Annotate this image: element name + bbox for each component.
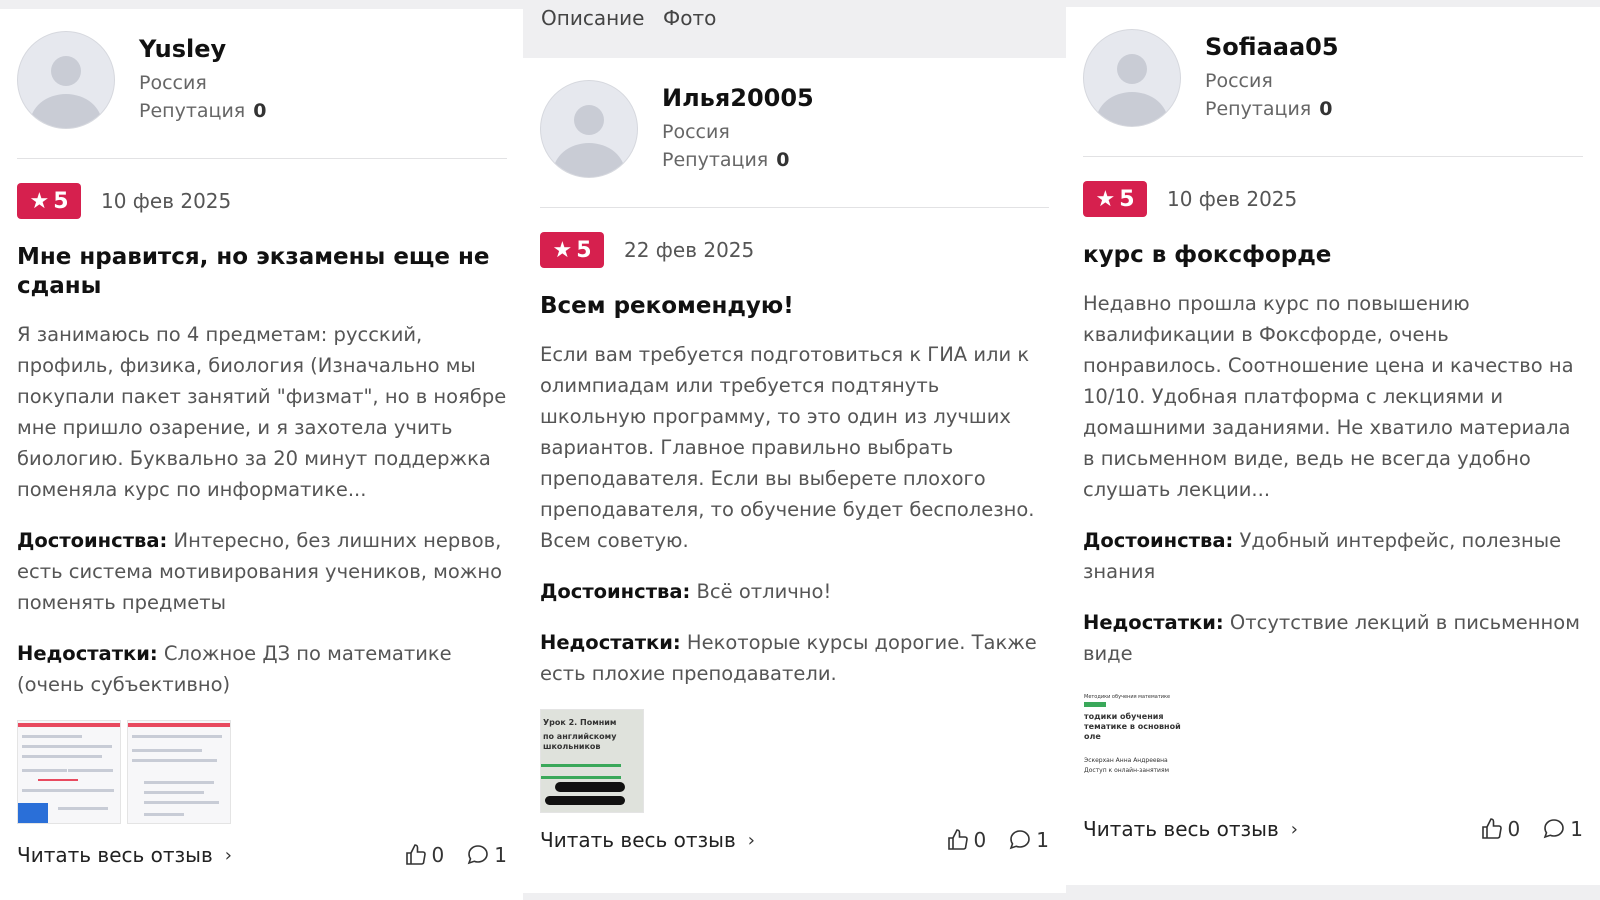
review-pros: Достоинства: Всё отлично! bbox=[540, 580, 832, 603]
rating-badge: ★ 5 bbox=[17, 183, 81, 219]
username[interactable]: Илья20005 bbox=[662, 84, 814, 112]
review-cons: Недостатки: Отсутствие лекций в письменн… bbox=[1083, 611, 1580, 665]
user-country: Россия bbox=[1205, 70, 1273, 92]
review-photo-thumbnail[interactable]: Методики обучения математике тодики обуч… bbox=[1083, 689, 1187, 793]
user-reputation: Репутация 0 bbox=[1205, 98, 1333, 120]
review-cons: Недостатки: Сложное ДЗ по математике (оч… bbox=[17, 642, 452, 696]
read-full-review-link[interactable]: Читать весь отзыв › bbox=[17, 843, 232, 867]
review-card-1: Yusley Россия Репутация 0 ★ 5 10 фев 2025 … bbox=[0, 9, 524, 900]
comments-button[interactable]: 1 bbox=[466, 843, 507, 867]
review-title[interactable]: курс в фоксфорде bbox=[1083, 241, 1583, 270]
rating-badge: ★ 5 bbox=[540, 232, 604, 268]
section-tabs: Описание Фото bbox=[523, 0, 1066, 58]
chevron-right-icon: › bbox=[224, 844, 232, 866]
user-reputation: Репутация 0 bbox=[139, 100, 267, 122]
tab-photos[interactable]: Фото bbox=[663, 6, 716, 30]
star-icon: ★ bbox=[1095, 186, 1116, 212]
review-text: Недавно прошла курс по повышению квалифи… bbox=[1083, 292, 1574, 501]
avatar[interactable] bbox=[540, 80, 638, 178]
like-button[interactable]: 0 bbox=[946, 828, 986, 852]
username[interactable]: Yusley bbox=[139, 35, 266, 63]
user-profile: Yusley Россия Репутация 0 bbox=[17, 31, 507, 159]
review-date: 10 фев 2025 bbox=[101, 189, 232, 213]
chevron-right-icon: › bbox=[747, 829, 755, 851]
avatar[interactable] bbox=[1083, 29, 1181, 127]
review-photo-thumbnail[interactable] bbox=[17, 720, 121, 824]
username[interactable]: Sofiaaa05 bbox=[1205, 33, 1339, 61]
chevron-right-icon: › bbox=[1290, 818, 1298, 840]
like-button[interactable]: 0 bbox=[1480, 817, 1520, 841]
review-pros: Достоинства: Удобный интерфейс, полезные… bbox=[1083, 529, 1562, 583]
rating-badge: ★ 5 bbox=[1083, 181, 1147, 217]
thumbs-up-icon bbox=[947, 829, 968, 850]
user-reputation: Репутация 0 bbox=[662, 149, 790, 171]
read-full-review-link[interactable]: Читать весь отзыв › bbox=[1083, 817, 1298, 841]
user-country: Россия bbox=[139, 72, 207, 94]
star-icon: ★ bbox=[552, 237, 573, 263]
review-card-3: Sofiaaa05 Россия Репутация 0 ★ 5 10 фев 20… bbox=[1066, 7, 1600, 885]
tab-description[interactable]: Описание bbox=[541, 6, 644, 30]
review-title[interactable]: Мне нравится, но экзамены еще не сданы bbox=[17, 243, 507, 301]
thumbs-up-icon bbox=[405, 844, 426, 865]
review-date: 10 фев 2025 bbox=[1167, 187, 1298, 211]
user-profile: Sofiaaa05 Россия Репутация 0 bbox=[1083, 29, 1583, 157]
review-cons: Недостатки: Некоторые курсы дорогие. Так… bbox=[540, 631, 1037, 685]
review-column-2: Описание Фото Илья20005 Россия Репутация… bbox=[523, 0, 1066, 900]
review-photo-thumbnail[interactable] bbox=[127, 720, 231, 824]
review-text: Я занимаюсь по 4 предметам: русский, про… bbox=[17, 323, 507, 501]
read-full-review-link[interactable]: Читать весь отзыв › bbox=[540, 828, 755, 852]
comment-icon bbox=[467, 845, 489, 865]
review-photo-thumbnail[interactable]: Урок 2. Помним по английскому школьников bbox=[540, 709, 644, 813]
comment-icon bbox=[1009, 830, 1031, 850]
review-date: 22 фев 2025 bbox=[624, 238, 755, 262]
user-profile: Илья20005 Россия Репутация 0 bbox=[540, 80, 1049, 208]
avatar[interactable] bbox=[17, 31, 115, 129]
review-pros: Достоинства: Интересно, без лишних нерво… bbox=[17, 529, 503, 614]
user-country: Россия bbox=[662, 121, 730, 143]
review-card-2: Илья20005 Россия Репутация 0 ★ 5 22 фев 20… bbox=[523, 58, 1066, 893]
comments-button[interactable]: 1 bbox=[1542, 817, 1583, 841]
review-title[interactable]: Всем рекомендую! bbox=[540, 292, 1049, 321]
review-text: Если вам требуется подготовиться к ГИА и… bbox=[540, 343, 1035, 552]
star-icon: ★ bbox=[29, 188, 50, 214]
like-button[interactable]: 0 bbox=[404, 843, 444, 867]
thumbs-up-icon bbox=[1481, 818, 1502, 839]
comments-button[interactable]: 1 bbox=[1008, 828, 1049, 852]
comment-icon bbox=[1543, 819, 1565, 839]
